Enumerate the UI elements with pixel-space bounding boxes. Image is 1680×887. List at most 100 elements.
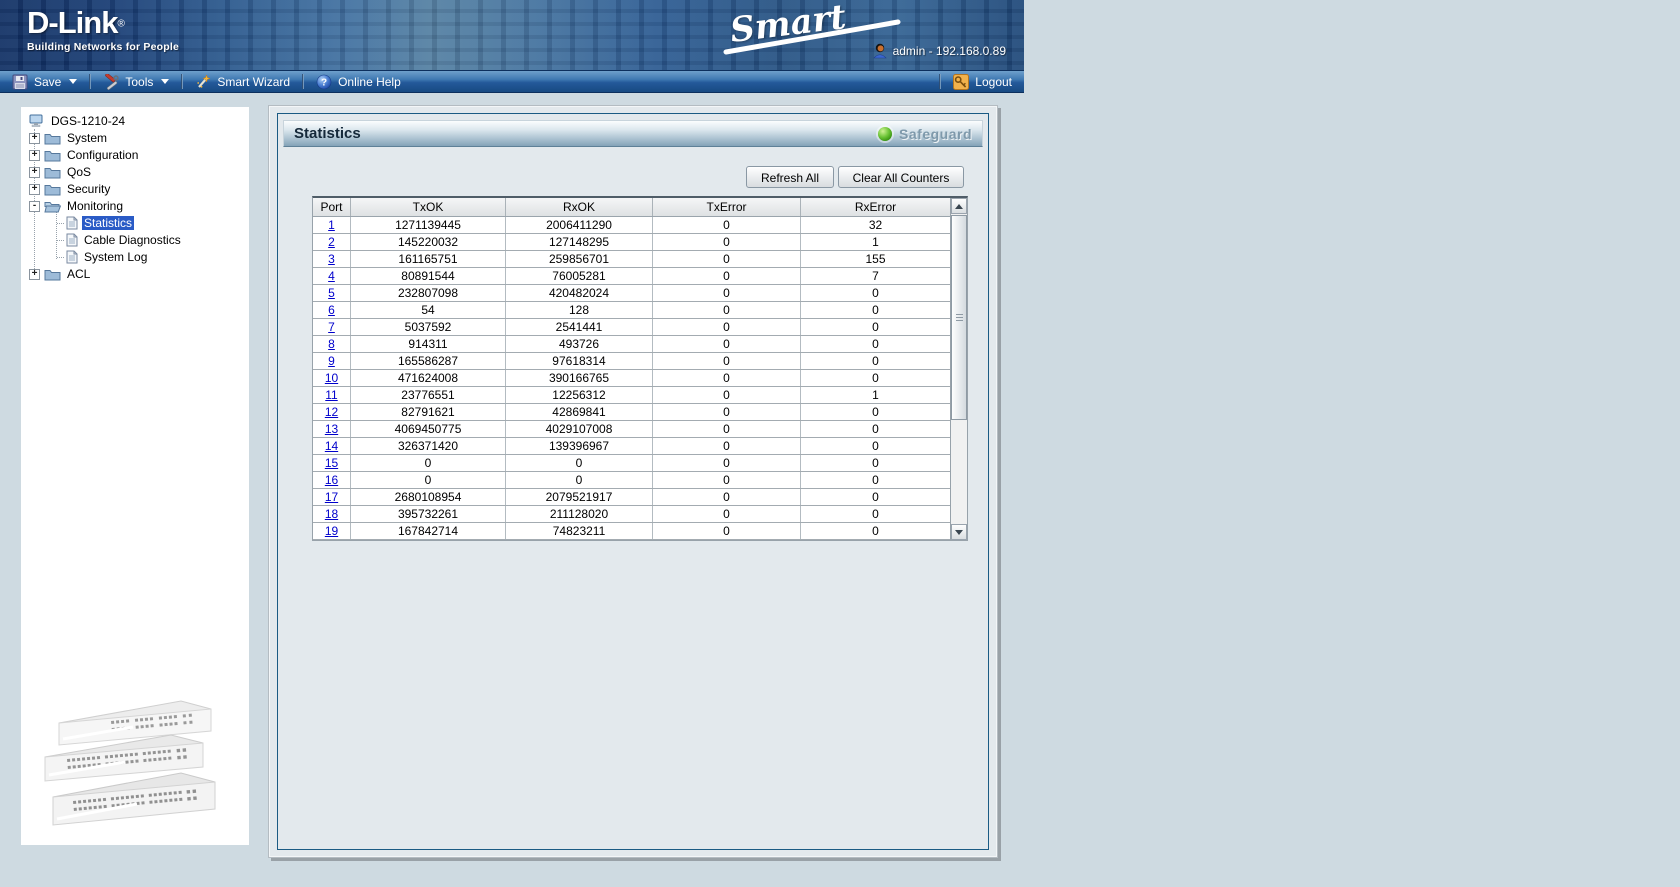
- port-link[interactable]: 14: [325, 439, 338, 453]
- rxerror-value: 7: [872, 269, 879, 283]
- sidebar-item-configuration[interactable]: + Configuration: [29, 147, 247, 163]
- table-scrollbar[interactable]: [950, 198, 967, 540]
- port-link[interactable]: 3: [328, 252, 335, 266]
- logout-label: Logout: [975, 74, 1012, 89]
- txok-value: 2680108954: [351, 489, 506, 505]
- port-link[interactable]: 11: [325, 388, 337, 402]
- scrollbar-thumb[interactable]: [951, 215, 967, 420]
- sidebar-item-cable-diagnostics[interactable]: Cable Diagnostics: [29, 232, 247, 248]
- rxerror-value: 32: [868, 218, 883, 232]
- port-link[interactable]: 1: [328, 218, 335, 232]
- tools-menu[interactable]: Tools: [91, 71, 181, 92]
- rxok-value: 390166765: [506, 370, 653, 386]
- sidebar-item-acl[interactable]: + ACL: [29, 266, 247, 282]
- sidebar-item-monitoring[interactable]: - Monitoring: [29, 198, 247, 214]
- table-row: 19 167842714 74823211 0 0: [313, 523, 967, 540]
- folder-icon: [44, 269, 61, 280]
- tree-root[interactable]: DGS-1210-24: [29, 113, 247, 129]
- collapse-toggle[interactable]: -: [29, 200, 40, 212]
- port-link[interactable]: 6: [328, 303, 335, 317]
- logged-in-user: admin - 192.168.0.89: [872, 43, 1006, 59]
- online-help-button[interactable]: ? Online Help: [304, 71, 413, 92]
- rxok-value: 420482024: [506, 285, 653, 301]
- port-link[interactable]: 4: [328, 269, 335, 283]
- port-link[interactable]: 15: [325, 456, 338, 470]
- sidebar-item-qos[interactable]: + QoS: [29, 164, 247, 180]
- txerror-value: 0: [653, 404, 801, 420]
- scroll-down-arrow-icon: [955, 529, 963, 535]
- rxok-value: 128: [506, 302, 653, 318]
- tree-root-label[interactable]: DGS-1210-24: [49, 114, 127, 128]
- expand-toggle[interactable]: +: [29, 132, 40, 144]
- column-header-port: Port: [313, 198, 351, 216]
- sidebar-item-statistics[interactable]: Statistics: [29, 215, 247, 231]
- port-link[interactable]: 18: [325, 507, 338, 521]
- content-panel: Statistics Safeguard Refresh All Clear A…: [268, 105, 998, 858]
- expand-toggle[interactable]: +: [29, 183, 40, 195]
- sidebar-item-system[interactable]: + System: [29, 130, 247, 146]
- scroll-down-button[interactable]: [951, 524, 967, 540]
- switch-stack-illustration: [44, 700, 216, 826]
- port-link[interactable]: 16: [325, 473, 338, 487]
- clear-all-counters-button[interactable]: Clear All Counters: [838, 166, 964, 188]
- port-link[interactable]: 17: [325, 490, 338, 504]
- expand-toggle[interactable]: +: [29, 268, 40, 280]
- smart-wizard-button[interactable]: Smart Wizard: [183, 71, 302, 92]
- column-header-rxok: RxOK: [506, 198, 653, 216]
- expand-toggle[interactable]: +: [29, 149, 40, 161]
- toolbar: Save Tools Smart Wizard ? Online Help Lo…: [0, 70, 1024, 93]
- sidebar-item-security[interactable]: + Security: [29, 181, 247, 197]
- scrollbar-grip-icon: [955, 314, 963, 321]
- rxok-value: 493726: [506, 336, 653, 352]
- txok-value: 395732261: [351, 506, 506, 522]
- tree-stub: [57, 256, 64, 258]
- txok-value: 4069450775: [351, 421, 506, 437]
- registered-mark: ®: [117, 18, 125, 30]
- table-body: 1 1271139445 2006411290 0 32 2 145220032…: [313, 217, 967, 540]
- expand-toggle[interactable]: +: [29, 166, 40, 178]
- port-link[interactable]: 13: [325, 422, 338, 436]
- txerror-value: 0: [653, 472, 801, 488]
- port-link[interactable]: 19: [325, 524, 338, 538]
- table-row: 8 914311 493726 0 0: [313, 336, 967, 353]
- refresh-all-button[interactable]: Refresh All: [746, 166, 834, 188]
- logout-button[interactable]: Logout: [941, 71, 1024, 92]
- scroll-up-button[interactable]: [951, 198, 967, 214]
- table-row: 5 232807098 420482024 0 0: [313, 285, 967, 302]
- smart-wizard-icon: [197, 73, 212, 88]
- save-menu[interactable]: Save: [0, 71, 89, 92]
- table-row: 2 145220032 127148295 0 1: [313, 234, 967, 251]
- rxerror-value: 0: [872, 303, 879, 317]
- tree-stub: [57, 239, 64, 241]
- port-link[interactable]: 8: [328, 337, 335, 351]
- rxok-value: 259856701: [506, 251, 653, 267]
- txok-value: 0: [351, 472, 506, 488]
- sidebar-item-system-log[interactable]: System Log: [29, 249, 247, 265]
- device-icon: [29, 114, 43, 127]
- folder-icon: [44, 150, 61, 161]
- rxerror-value: 0: [872, 473, 879, 487]
- rxerror-value: 0: [872, 490, 879, 504]
- top-banner: D-Link® Building Networks for People Sma…: [0, 0, 1024, 70]
- column-header-txok: TxOK: [351, 198, 506, 216]
- port-link[interactable]: 5: [328, 286, 335, 300]
- txok-value: 80891544: [351, 268, 506, 284]
- tree-stub: [57, 222, 64, 224]
- rxok-value: 2079521917: [506, 489, 653, 505]
- rxok-value: 4029107008: [506, 421, 653, 437]
- txok-value: 0: [351, 455, 506, 471]
- txerror-value: 0: [653, 319, 801, 335]
- rxok-value: 97618314: [506, 353, 653, 369]
- rxerror-value: 0: [872, 422, 879, 436]
- port-link[interactable]: 12: [325, 405, 338, 419]
- safeguard-label: Safeguard: [899, 125, 972, 142]
- port-link[interactable]: 10: [325, 371, 338, 385]
- txok-value: 165586287: [351, 353, 506, 369]
- user-label: admin - 192.168.0.89: [892, 44, 1006, 58]
- rxerror-value: 1: [872, 235, 879, 249]
- port-link[interactable]: 2: [328, 235, 335, 249]
- port-link[interactable]: 9: [328, 354, 335, 368]
- port-link[interactable]: 7: [328, 320, 335, 334]
- txerror-value: 0: [653, 234, 801, 250]
- content-panel-inner: Statistics Safeguard Refresh All Clear A…: [277, 113, 989, 850]
